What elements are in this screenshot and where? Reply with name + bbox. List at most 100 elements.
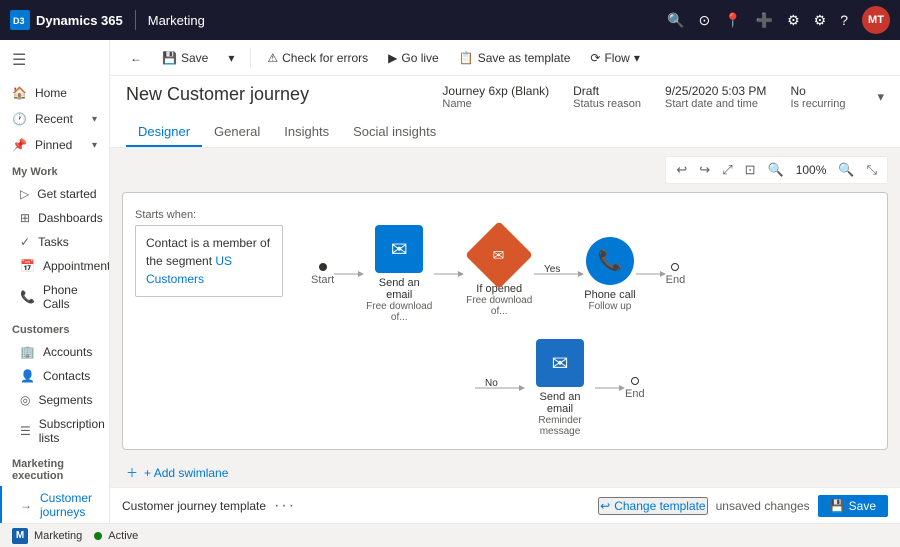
zoom-level: 100% bbox=[792, 163, 831, 177]
page-title: New Customer journey bbox=[126, 84, 309, 105]
hamburger-menu[interactable]: ☰ bbox=[0, 40, 109, 80]
dynamics-logo-icon: D3 bbox=[10, 10, 30, 30]
sidebar-item-customer-journeys[interactable]: → Customer journeys bbox=[0, 486, 109, 523]
status-bar: M Marketing Active bbox=[0, 523, 900, 547]
settings-icon[interactable]: ⚙ bbox=[814, 12, 827, 29]
tab-general[interactable]: General bbox=[202, 118, 272, 147]
sidebar-item-accounts[interactable]: 🏢 Accounts bbox=[0, 340, 109, 364]
fit-icon[interactable]: ⊡ bbox=[741, 160, 760, 180]
recent-icon[interactable]: ⊙ bbox=[698, 12, 710, 29]
flow-no-row: No ✉ Send an email Reminder message bbox=[311, 339, 871, 437]
date-label: Start date and time bbox=[665, 98, 766, 110]
journeys-icon: → bbox=[20, 498, 32, 512]
status-active-label: Active bbox=[108, 530, 138, 542]
help-icon[interactable]: ? bbox=[840, 12, 848, 28]
start-label: Start bbox=[311, 274, 334, 286]
marketing-execution-section: Marketing execution bbox=[0, 450, 109, 486]
email-node-icon: ✉ bbox=[375, 225, 423, 273]
bottom-bar-right: ↩ Change template unsaved changes 💾 Save bbox=[598, 495, 888, 517]
tab-social-insights[interactable]: Social insights bbox=[341, 118, 448, 147]
end-no-dot bbox=[631, 377, 639, 385]
diamond-sublabel: Free download of... bbox=[464, 295, 534, 317]
check-errors-button[interactable]: ⚠ Check for errors bbox=[259, 47, 376, 69]
email2-node-label: Send an email bbox=[525, 391, 595, 415]
more-options-icon[interactable]: ··· bbox=[274, 497, 296, 515]
sidebar-item-segments[interactable]: ◎ Segments bbox=[0, 388, 109, 412]
dashboard-icon: ⊞ bbox=[20, 211, 30, 225]
bottom-save-button[interactable]: 💾 Save bbox=[818, 495, 888, 517]
diamond-node[interactable]: ✉ If opened Free download of... bbox=[464, 231, 534, 317]
change-template-label: Change template bbox=[614, 499, 705, 513]
redo-icon[interactable]: ↪ bbox=[695, 160, 714, 180]
go-live-button[interactable]: ▶ Go live bbox=[380, 47, 447, 69]
sidebar-item-pinned[interactable]: 📌 Pinned ▾ bbox=[0, 132, 109, 158]
starts-when-container: Starts when: Contact is a member of the … bbox=[135, 209, 283, 297]
app-logo[interactable]: D3 Dynamics 365 bbox=[10, 10, 123, 30]
record-toolbar: ← 💾 Save ▾ ⚠ Check for errors ▶ Go live … bbox=[110, 40, 900, 76]
meta-chevron-icon[interactable]: ▾ bbox=[877, 89, 884, 105]
sidebar-item-appointments[interactable]: 📅 Appointments bbox=[0, 254, 109, 278]
starts-when-box[interactable]: Contact is a member of the segment US Cu… bbox=[135, 225, 283, 297]
save-dropdown-button[interactable]: ▾ bbox=[220, 47, 242, 69]
search-icon[interactable]: 🔍 bbox=[667, 12, 684, 29]
change-template-button[interactable]: ↩ Change template bbox=[598, 497, 707, 515]
flow-button[interactable]: ⟳ Flow ▾ bbox=[582, 47, 647, 69]
bottom-save-icon: 💾 bbox=[830, 499, 845, 513]
fullscreen2-icon[interactable]: ⤡ bbox=[863, 160, 881, 180]
sidebar-item-tasks[interactable]: ✓ Tasks bbox=[0, 230, 109, 254]
sidebar-item-recent[interactable]: 🕐 Recent ▾ bbox=[0, 106, 109, 132]
email-node-label: Send an email bbox=[364, 277, 434, 301]
svg-text:No: No bbox=[485, 378, 498, 389]
sidebar: ☰ 🏠 Home 🕐 Recent ▾ 📌 Pinned ▾ My Work ▷… bbox=[0, 40, 110, 523]
zoom-out-icon[interactable]: 🔍 bbox=[764, 160, 788, 180]
svg-text:D3: D3 bbox=[13, 16, 25, 26]
status-label: Status reason bbox=[573, 98, 641, 110]
sidebar-item-dashboards[interactable]: ⊞ Dashboards bbox=[0, 206, 109, 230]
get-started-icon: ▷ bbox=[20, 187, 29, 201]
fullscreen-icon[interactable]: ⤢ bbox=[718, 160, 736, 180]
tasks-icon: ✓ bbox=[20, 235, 30, 249]
page-meta: Journey 6xp (Blank) Name Draft Status re… bbox=[442, 84, 884, 110]
location-icon[interactable]: 📍 bbox=[724, 12, 741, 29]
sidebar-item-home[interactable]: 🏠 Home bbox=[0, 80, 109, 106]
recurring-label: Is recurring bbox=[790, 98, 845, 110]
bottom-save-label: Save bbox=[849, 499, 876, 513]
email2-node[interactable]: ✉ Send an email Reminder message bbox=[525, 339, 595, 437]
segments-icon: ◎ bbox=[20, 393, 30, 407]
filter-icon[interactable]: ⚙ bbox=[787, 12, 800, 29]
status-app-name: Marketing bbox=[34, 530, 82, 542]
top-nav-bar: D3 Dynamics 365 Marketing 🔍 ⊙ 📍 ➕ ⚙ ⚙ ? … bbox=[0, 0, 900, 40]
journey-name-label: Name bbox=[442, 98, 549, 110]
add-icon[interactable]: ➕ bbox=[756, 12, 773, 29]
tab-designer[interactable]: Designer bbox=[126, 118, 202, 147]
sidebar-item-contacts[interactable]: 👤 Contacts bbox=[0, 364, 109, 388]
back-arrow-icon: ← bbox=[130, 51, 142, 65]
sidebar-item-subscription-lists[interactable]: ☰ Subscription lists bbox=[0, 412, 109, 450]
top-bar-actions: 🔍 ⊙ 📍 ➕ ⚙ ⚙ ? MT bbox=[667, 6, 890, 34]
phone-node-icon: 📞 bbox=[586, 237, 634, 285]
end-no-label: End bbox=[625, 388, 645, 400]
save-button[interactable]: 💾 Save bbox=[154, 47, 216, 69]
start-node: Start bbox=[311, 263, 334, 286]
tab-insights[interactable]: Insights bbox=[272, 118, 341, 147]
email-node[interactable]: ✉ Send an email Free download of... bbox=[364, 225, 434, 323]
start-dot bbox=[319, 263, 327, 271]
sidebar-item-get-started[interactable]: ▷ Get started bbox=[0, 182, 109, 206]
add-swimlane-button[interactable]: ＋ + Add swimlane bbox=[122, 454, 888, 491]
pin-icon: 📌 bbox=[12, 138, 27, 152]
contacts-icon: 👤 bbox=[20, 369, 35, 383]
yes-arrow: Yes bbox=[534, 264, 584, 284]
template-label: Customer journey template bbox=[122, 499, 266, 513]
meta-date: 9/25/2020 5:03 PM Start date and time bbox=[665, 84, 766, 110]
zoom-in-icon[interactable]: 🔍 bbox=[834, 160, 858, 180]
undo-icon[interactable]: ↩ bbox=[672, 160, 691, 180]
back-button[interactable]: ← bbox=[122, 47, 150, 69]
user-avatar[interactable]: MT bbox=[862, 6, 890, 34]
page-header-top: New Customer journey Journey 6xp (Blank)… bbox=[126, 84, 884, 110]
starts-when-text: Contact is a member of the segment bbox=[146, 236, 270, 268]
phone-node[interactable]: 📞 Phone call Follow up bbox=[584, 237, 635, 312]
save-template-button[interactable]: 📋 Save as template bbox=[451, 47, 579, 69]
status-active-dot bbox=[94, 532, 102, 540]
home-icon: 🏠 bbox=[12, 86, 27, 100]
sidebar-item-phone-calls[interactable]: 📞 Phone Calls bbox=[0, 278, 109, 316]
